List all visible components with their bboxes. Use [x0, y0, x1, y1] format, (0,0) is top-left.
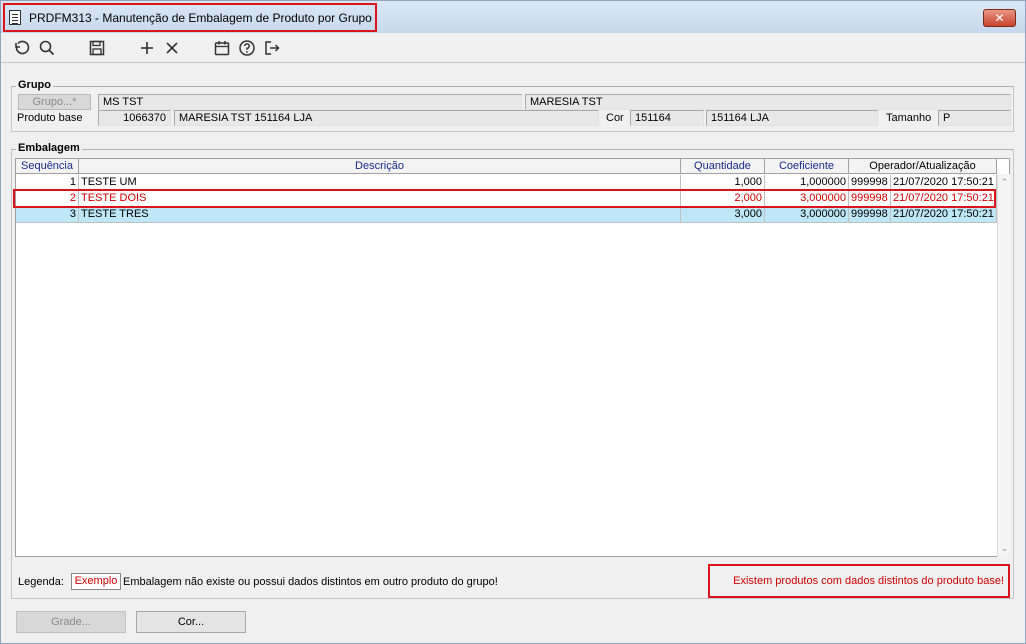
- table-row[interactable]: 3 TESTE TRES 3,000 3,000000 999998 21/07…: [16, 207, 997, 223]
- column-header-sequencia[interactable]: Sequência: [16, 159, 79, 173]
- cell-descricao: TESTE TRES: [79, 207, 681, 223]
- grupo-description-field: MARESIA TST: [525, 94, 1011, 110]
- produto-code-field[interactable]: 1066370: [98, 110, 171, 126]
- cor-button[interactable]: Cor...: [136, 611, 246, 633]
- warning-message: Existem produtos com dados distintos do …: [708, 564, 1010, 598]
- toolbar: [1, 34, 1025, 62]
- exit-icon[interactable]: [261, 38, 283, 58]
- title-highlight-box: [3, 3, 377, 32]
- embalagem-grid[interactable]: Sequência Descrição Quantidade Coeficien…: [15, 158, 1010, 557]
- cell-atualizacao: 21/07/2020 17:50:21: [891, 207, 997, 223]
- add-icon[interactable]: [136, 38, 158, 58]
- row-highlight-box: [13, 189, 996, 208]
- legend-example: Exemplo: [71, 573, 121, 590]
- produto-base-label: Produto base: [17, 112, 83, 124]
- grupo-section-title: Grupo: [16, 79, 53, 91]
- grid-scrollbar[interactable]: ⌃ ⌄: [997, 174, 1010, 557]
- grade-button[interactable]: Grade...: [16, 611, 126, 633]
- help-icon[interactable]: [236, 38, 258, 58]
- tamanho-label: Tamanho: [886, 112, 932, 124]
- produto-description-field: MARESIA TST 151164 LJA: [174, 110, 599, 126]
- toolbar-divider: [1, 62, 1025, 63]
- tamanho-field[interactable]: P: [938, 110, 1011, 126]
- undo-icon[interactable]: [10, 38, 32, 58]
- title-bar: PRDFM313 - Manutenção de Embalagem de Pr…: [1, 1, 1025, 33]
- cor-label: Cor: [606, 112, 624, 124]
- column-header-quantidade[interactable]: Quantidade: [681, 159, 765, 173]
- cor-description-field: 151164 LJA: [706, 110, 878, 126]
- embalagem-section-title: Embalagem: [16, 142, 82, 154]
- delete-icon[interactable]: [161, 38, 183, 58]
- main-window: PRDFM313 - Manutenção de Embalagem de Pr…: [0, 0, 1026, 644]
- cell-coeficiente: 3,000000: [765, 207, 849, 223]
- cell-quantidade: 3,000: [681, 207, 765, 223]
- legend-text: Embalagem não existe ou possui dados dis…: [123, 576, 498, 588]
- column-header-coeficiente[interactable]: Coeficiente: [765, 159, 849, 173]
- grupo-button[interactable]: Grupo...*: [18, 94, 91, 110]
- column-header-operador[interactable]: Operador/Atualização: [849, 159, 997, 173]
- search-icon[interactable]: [36, 38, 58, 58]
- cell-operador: 999998: [849, 207, 891, 223]
- cell-sequencia: 3: [16, 207, 79, 223]
- cor-code-field[interactable]: 151164: [630, 110, 704, 126]
- save-icon[interactable]: [86, 38, 108, 58]
- grupo-value-field[interactable]: MS TST: [98, 94, 522, 110]
- calendar-icon[interactable]: [211, 38, 233, 58]
- legend-label: Legenda:: [18, 576, 64, 588]
- scroll-up-icon[interactable]: ⌃: [998, 176, 1011, 189]
- scroll-down-icon[interactable]: ⌄: [998, 542, 1011, 555]
- close-button[interactable]: ✕: [983, 9, 1016, 27]
- grid-header: Sequência Descrição Quantidade Coeficien…: [16, 159, 997, 174]
- column-header-descricao[interactable]: Descrição: [79, 159, 681, 173]
